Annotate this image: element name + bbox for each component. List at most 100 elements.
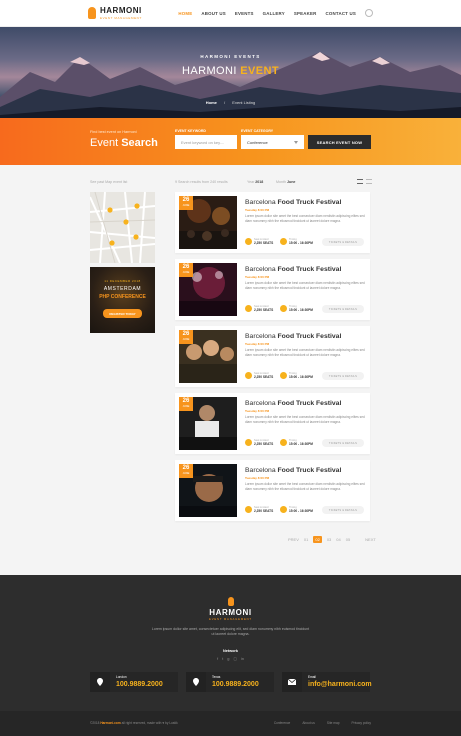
- tickets-details-button[interactable]: TICKETS & DETAILS: [322, 372, 364, 380]
- map-graphic: [90, 192, 155, 263]
- footer-link[interactable]: Conference: [274, 721, 290, 725]
- contact-label: Email: [308, 675, 316, 679]
- event-time: Tuesday 8:00 PM: [245, 342, 270, 346]
- event-card[interactable]: 26 JUNE Barcelona Food Truck Festival Tue…: [175, 192, 370, 253]
- breadcrumb-home[interactable]: Home: [206, 100, 217, 105]
- hero-title-accent: EVENT: [240, 65, 279, 77]
- twitter-icon[interactable]: t: [222, 656, 223, 661]
- event-title[interactable]: Barcelona Food Truck Festival: [245, 400, 341, 407]
- nav-home[interactable]: HOME: [178, 11, 192, 16]
- logo-tagline: EVENT MANAGEMENT: [100, 15, 142, 20]
- copyright-bar: ©2018 Harmoni.com all right reserved, ma…: [0, 711, 461, 736]
- contact-value[interactable]: info@harmoni.com: [308, 681, 372, 688]
- event-card[interactable]: 26 JUNE Barcelona Food Truck Festival Tue…: [175, 259, 370, 320]
- search-event-button[interactable]: SEARCH EVENT NOW: [308, 135, 371, 149]
- tickets-details-button[interactable]: TICKETS & DETAILS: [322, 238, 364, 246]
- clock-icon: [280, 305, 287, 313]
- contact-label: Texas: [212, 675, 221, 679]
- map-pin-icon: [134, 203, 140, 209]
- contact-label: London: [116, 675, 127, 679]
- timing-stat: Timing 15:00 - 16:30PM: [280, 506, 313, 514]
- event-time: Tuesday 8:00 PM: [245, 275, 270, 279]
- category-value: Conference: [247, 139, 268, 145]
- footer-link[interactable]: About us: [302, 721, 315, 725]
- footer-link[interactable]: Site map: [327, 721, 340, 725]
- nav-events[interactable]: EVENTS: [235, 11, 254, 16]
- date-badge: 26 JUNE: [179, 397, 193, 411]
- page-title: HARMONI EVENT: [0, 65, 461, 77]
- footer-logo[interactable]: HARMONI EVENT MANAGEMENT: [0, 597, 461, 621]
- footer-logo-text: HARMONI: [209, 608, 252, 617]
- page-link[interactable]: 04: [336, 537, 340, 542]
- month-label: Month: [276, 180, 286, 184]
- copyright: ©2018 Harmoni.com all right reserved, ma…: [90, 721, 178, 725]
- chevron-down-icon: [294, 140, 298, 144]
- footer-link[interactable]: Privacy policy: [352, 721, 372, 725]
- tickets-details-button[interactable]: TICKETS & DETAILS: [322, 506, 364, 514]
- microphone-icon: [227, 597, 234, 606]
- nav-about-us[interactable]: ABOUT US: [201, 11, 226, 16]
- event-map[interactable]: [90, 192, 155, 263]
- event-time: Tuesday 8:00 PM: [245, 409, 270, 413]
- date-month: JUNE: [182, 338, 190, 341]
- location-icon: [90, 672, 110, 692]
- month-filter[interactable]: Month June: [276, 180, 295, 184]
- contact-value[interactable]: 100.9889.2000: [116, 681, 163, 688]
- timing-value: 15:00 - 16:30PM: [289, 374, 313, 379]
- next-page[interactable]: NEXT: [365, 537, 376, 542]
- logo[interactable]: HARMONI EVENT MANAGEMENT: [88, 6, 142, 20]
- date-day: 26: [182, 398, 190, 404]
- page-link[interactable]: 03: [327, 537, 331, 542]
- contact-email: Email info@harmoni.com: [282, 672, 372, 692]
- event-title[interactable]: Barcelona Food Truck Festival: [245, 266, 341, 273]
- year-filter[interactable]: Year 2018: [247, 180, 263, 184]
- event-title[interactable]: Barcelona Food Truck Festival: [245, 467, 341, 474]
- date-badge: 26 JUNE: [179, 263, 193, 277]
- prev-page[interactable]: PREV: [288, 537, 299, 542]
- year-label: Year: [247, 180, 255, 184]
- contact-value[interactable]: 100.9889.2000: [212, 681, 259, 688]
- grid-view-icon[interactable]: [357, 179, 363, 184]
- event-title[interactable]: Barcelona Food Truck Festival: [245, 333, 341, 340]
- tickets-details-button[interactable]: TICKETS & DETAILS: [322, 305, 364, 313]
- copyright-post: all right reserved, made with ♥ by Lusti…: [120, 721, 178, 725]
- event-title[interactable]: Barcelona Food Truck Festival: [245, 199, 341, 206]
- nav-gallery[interactable]: GALLERY: [263, 11, 285, 16]
- copyright-site[interactable]: Harmoni.com: [100, 721, 120, 725]
- tickets-details-button[interactable]: TICKETS & DETAILS: [322, 439, 364, 447]
- event-name: Food Truck Festival: [277, 266, 342, 273]
- event-name: Food Truck Festival: [277, 467, 342, 474]
- instagram-icon[interactable]: ◻: [234, 656, 237, 661]
- breadcrumb-separator: /: [224, 100, 226, 105]
- nav-speaker[interactable]: SPEAKER: [294, 11, 317, 16]
- search-lead: Find best event on Harmoni: [90, 130, 137, 134]
- search-icon[interactable]: [365, 9, 373, 17]
- event-card[interactable]: 26 JUNE Barcelona Food Truck Festival Tue…: [175, 393, 370, 454]
- facebook-icon[interactable]: f: [217, 656, 218, 661]
- google-plus-icon[interactable]: g: [227, 656, 229, 661]
- map-pin-icon: [109, 240, 115, 246]
- filter-hint[interactable]: See past Map event list: [90, 180, 127, 184]
- list-view-icon[interactable]: [366, 179, 372, 184]
- page-link[interactable]: 01: [304, 537, 308, 542]
- keyword-input[interactable]: Event keyword on key....: [175, 135, 237, 149]
- event-description: Lorem ipsum dollor site amet the best co…: [245, 281, 365, 290]
- event-name: Food Truck Festival: [277, 400, 342, 407]
- timing-value: 15:00 - 16:30PM: [289, 240, 313, 245]
- timing-value: 15:00 - 16:30PM: [289, 307, 313, 312]
- nav-contact-us[interactable]: CONTACT US: [326, 11, 356, 16]
- map-pin-icon: [133, 234, 139, 240]
- register-button[interactable]: REGISTER TODAY: [103, 309, 142, 318]
- page-link[interactable]: 05: [346, 537, 350, 542]
- clock-icon: [280, 439, 287, 447]
- event-card[interactable]: 26 JUNE Barcelona Food Truck Festival Tue…: [175, 326, 370, 387]
- category-select[interactable]: Conference: [241, 135, 304, 149]
- date-month: JUNE: [182, 204, 190, 207]
- category-label: EVENT CATEGORY: [241, 129, 274, 133]
- page-link-current[interactable]: 02: [313, 536, 322, 543]
- linkedin-icon[interactable]: in: [241, 656, 244, 661]
- event-card[interactable]: 26 JUNE Barcelona Food Truck Festival Tue…: [175, 460, 370, 521]
- event-name: Food Truck Festival: [277, 199, 342, 206]
- mail-icon: [282, 672, 302, 692]
- clock-icon: [280, 506, 287, 514]
